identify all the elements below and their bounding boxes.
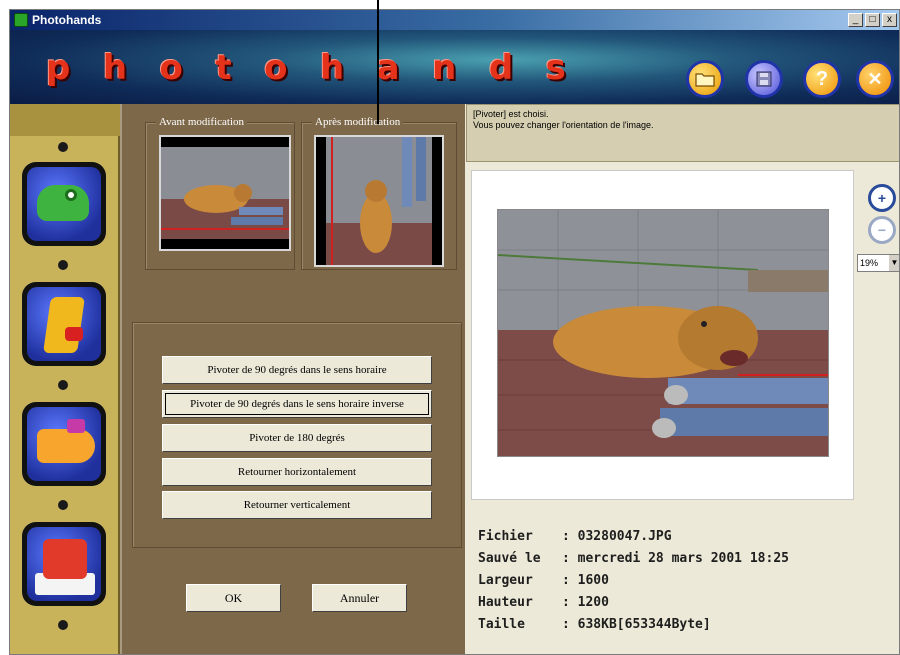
app-banner: p h o t o h a n d s ? ✕: [10, 30, 899, 104]
question-icon: ?: [815, 67, 829, 90]
tool-strip: [10, 104, 120, 654]
before-label: Avant modification: [156, 116, 248, 128]
image-canvas[interactable]: [471, 170, 854, 500]
after-label: Après modification: [312, 116, 404, 128]
tool-strip-header: [10, 104, 120, 136]
logo-letter: t: [215, 48, 232, 88]
disk-icon: [756, 71, 772, 87]
app-window: Photohands _ □ x p h o t o h a n d s ? ✕…: [9, 9, 900, 655]
logo-letter: p: [46, 48, 71, 88]
file-info-value: : mercredi 28 mars 2001 18:25: [562, 551, 789, 566]
giraffe-tool-button[interactable]: [22, 282, 106, 366]
logo-letter: h: [102, 48, 128, 88]
app-icon: [14, 13, 28, 27]
chameleon-icon: [27, 167, 101, 241]
zoom-out-icon: −: [877, 222, 887, 238]
giraffe-icon: [27, 287, 101, 361]
separator-dot: [58, 620, 68, 630]
file-info-key: Fichier: [478, 529, 533, 544]
bird-tool-button[interactable]: [22, 522, 106, 606]
file-info-value: : 638KB[653344Byte]: [562, 617, 711, 632]
separator-dot: [58, 500, 68, 510]
rotate-180-button[interactable]: Pivoter de 180 degrés: [162, 424, 432, 452]
before-preview-group: Avant modification: [145, 116, 295, 270]
logo-letter: o: [264, 48, 288, 88]
zoom-in-button[interactable]: +: [868, 184, 896, 212]
dropdown-arrow-icon: ▼: [889, 255, 899, 271]
separator-dot: [58, 260, 68, 270]
help-button[interactable]: ?: [803, 60, 841, 98]
logo-letter: n: [432, 48, 457, 88]
zoom-in-icon: +: [877, 190, 887, 206]
file-info-key: Taille: [478, 617, 525, 632]
exit-button[interactable]: ✕: [856, 60, 894, 98]
window-title: Photohands: [32, 13, 102, 27]
after-thumbnail: [314, 135, 444, 267]
close-icon: ✕: [867, 68, 883, 89]
logo-letter: s: [545, 48, 566, 88]
after-preview-group: Après modification: [301, 116, 457, 270]
ok-button[interactable]: OK: [186, 584, 281, 612]
close-window-button[interactable]: x: [882, 13, 897, 27]
photo-preview: [497, 209, 829, 457]
bird-icon: [27, 527, 101, 601]
file-info-key: Sauvé le: [478, 551, 541, 566]
zoom-level-select[interactable]: 19% ▼: [857, 254, 899, 272]
save-button[interactable]: [745, 60, 783, 98]
cancel-button[interactable]: Annuler: [312, 584, 407, 612]
file-info-value: : 1600: [562, 573, 609, 588]
flip-horizontal-button[interactable]: Retourner horizontalement: [162, 458, 432, 486]
zoom-out-button[interactable]: −: [868, 216, 896, 244]
fish-tool-button[interactable]: [22, 402, 106, 486]
before-thumbnail: [159, 135, 291, 251]
separator-dot: [58, 142, 68, 152]
title-bar: Photohands _ □ x: [10, 10, 899, 30]
minimize-button[interactable]: _: [848, 13, 863, 27]
file-info-key: Largeur: [478, 573, 533, 588]
separator-dot: [58, 380, 68, 390]
logo-letter: h: [319, 48, 345, 88]
logo-letter: o: [159, 48, 183, 88]
fish-icon: [27, 407, 101, 481]
logo-wordmark: p h o t o h a n d s: [46, 46, 566, 90]
maximize-button[interactable]: □: [865, 13, 880, 27]
open-folder-button[interactable]: [686, 60, 724, 98]
callout-pointer-line: [377, 0, 379, 124]
rotate-90-clockwise-button[interactable]: Pivoter de 90 degrés dans le sens horair…: [162, 356, 432, 384]
logo-letter: d: [488, 48, 514, 88]
status-line-1: [Pivoter] est choisi.: [473, 109, 549, 119]
rotate-90-counterclockwise-button[interactable]: Pivoter de 90 degrés dans le sens horair…: [162, 390, 432, 418]
logo-letter: a: [376, 48, 400, 88]
file-info-value: : 1200: [562, 595, 609, 610]
rotate-panel: Avant modification Après modification Pi…: [120, 104, 465, 654]
preview-panel: [Pivoter] est choisi. Vous pouvez change…: [466, 104, 899, 654]
flip-vertical-button[interactable]: Retourner verticalement: [162, 491, 432, 519]
zoom-level-value: 19%: [860, 258, 879, 268]
status-message-box: [Pivoter] est choisi. Vous pouvez change…: [466, 104, 899, 162]
chameleon-tool-button[interactable]: [22, 162, 106, 246]
file-info-value: : 03280047.JPG: [562, 529, 672, 544]
file-info-key: Hauteur: [478, 595, 533, 610]
rotate-actions-group: Pivoter de 90 degrés dans le sens horair…: [132, 322, 462, 548]
status-line-2: Vous pouvez changer l'orientation de l'i…: [473, 120, 654, 130]
folder-icon: [695, 73, 715, 87]
